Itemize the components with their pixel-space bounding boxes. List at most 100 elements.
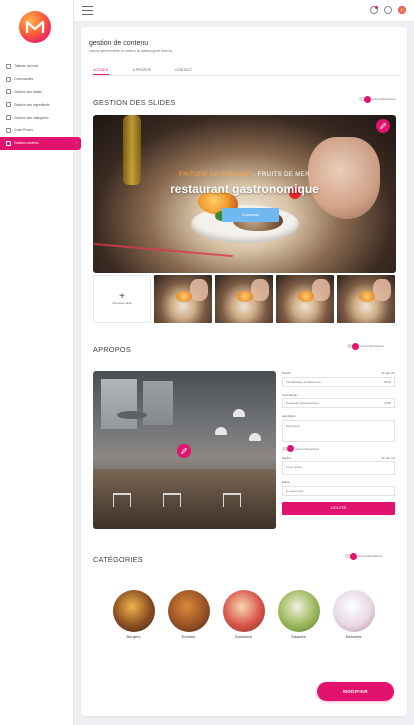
pencil-icon [181, 447, 188, 454]
title-input[interactable]: Friendshaker du Patissonne 35/35 [282, 376, 395, 387]
sidebar-item-promo[interactable]: Code Promo [0, 124, 74, 137]
about-chair [163, 493, 181, 507]
slides-section-title: GESTION DES SLIDES [93, 98, 176, 107]
sidebar-nav: Tableau de bord Commandes Gestion des ta… [0, 60, 81, 150]
section-textarea[interactable]: Lorem ipsum [282, 461, 395, 475]
about-lamp [215, 427, 227, 435]
category-item[interactable]: Entrées [167, 590, 210, 639]
sidebar-item-tables[interactable]: Gestion des tables [0, 86, 74, 99]
topbar-actions [370, 6, 406, 14]
section-label: Section [282, 455, 292, 460]
category-item[interactable]: Burgers [112, 590, 155, 639]
category-item[interactable]: Sandwich [222, 590, 265, 639]
slide-thumbnail[interactable] [154, 275, 212, 323]
category-label: Entrées [181, 634, 196, 639]
sidebar-item-label: Gestion des ingrédients [14, 102, 50, 107]
about-image[interactable] [93, 371, 276, 529]
toggle-label: Activer/Désactiver [295, 446, 320, 451]
edit-slide-button[interactable] [376, 119, 390, 133]
slide-thumbnail[interactable] [276, 275, 334, 323]
pencil-icon [380, 122, 387, 129]
promo-icon [6, 127, 11, 133]
edit-about-image-button[interactable] [177, 444, 191, 458]
logo-m-icon [25, 20, 45, 33]
category-item[interactable]: Salades [277, 590, 320, 639]
tab-apropos[interactable]: A PROPOS [133, 68, 152, 75]
topbar [74, 0, 414, 22]
hero-slide[interactable]: FRITURE DE POISSON - FRUITS DE MER resta… [93, 115, 396, 273]
title-label: Titre(fr) [282, 371, 292, 375]
add-slide-button[interactable]: + Nouveau slide [93, 275, 151, 323]
toggle-knob [352, 342, 359, 350]
toggle-track [345, 552, 357, 560]
about-form: Titre(fr) Fr | En | Ar Friendshaker du Pa… [282, 371, 395, 515]
save-button[interactable]: MODIFIER [317, 682, 394, 701]
category-image [167, 590, 210, 632]
language-switch[interactable]: Fr | En | Ar [382, 456, 395, 460]
category-item[interactable]: Desserts [332, 590, 375, 639]
sidebar-item-ingredients[interactable]: Gestion des ingrédients [0, 98, 74, 111]
about-chair [223, 493, 241, 507]
add-button[interactable]: AJOUTER [282, 501, 395, 515]
subtitle-value: Restaurant gastronomique [286, 401, 319, 405]
notification-icon[interactable] [370, 6, 378, 14]
toggle-track [282, 445, 294, 452]
category-icon [6, 115, 11, 121]
hero-title: restaurant gastronomique [170, 182, 319, 196]
slides-toggle[interactable]: Activer/Désactiver [359, 95, 397, 103]
about-lamp [233, 409, 245, 417]
brand-logo[interactable] [19, 11, 51, 43]
about-window [143, 381, 173, 425]
sidebar-item-categories[interactable]: Gestion des catégories [0, 111, 74, 124]
category-image [222, 590, 265, 632]
subtitle-input[interactable]: Restaurant gastronomique 24/50 [282, 398, 395, 408]
category-label: Salades [291, 634, 306, 639]
tab-accueil[interactable]: ACCUEIL [93, 68, 109, 75]
sidebar-item-orders[interactable]: Commandes [0, 73, 74, 86]
language-switch[interactable]: Fr | En | Ar [382, 371, 395, 375]
hero-tagline: FRITURE DE POISSON - FRUITS DE MER [93, 172, 396, 178]
sidebar-item-content[interactable]: Gestion contenu › [0, 136, 81, 150]
subtitle-label: Sous-titre(fr) [282, 392, 298, 397]
char-count: 24/50 [384, 401, 391, 405]
slide-thumbnail[interactable] [337, 275, 395, 323]
hero-tag-2: - FRUITS DE MER [253, 172, 310, 178]
category-label: Desserts [345, 634, 362, 639]
content-card: gestion de contenu vous'ez gérer/modifie… [81, 27, 407, 716]
content-icon [6, 140, 11, 146]
sidebar-item-label: Gestion contenu [14, 141, 39, 146]
slide-thumbnail[interactable] [215, 275, 273, 323]
menu-icon[interactable] [82, 6, 93, 15]
add-slide-label: Nouveau slide [112, 301, 132, 305]
page-title: gestion de contenu [89, 40, 149, 47]
description-textarea[interactable]: Description [282, 419, 395, 442]
toggle-track [359, 95, 371, 103]
sidebar-item-dashboard[interactable]: Tableau de bord [0, 60, 74, 73]
cart-icon [6, 76, 11, 82]
hero-tag-1: FRITURE DE POISSON [179, 172, 252, 178]
ingredients-icon [6, 102, 11, 108]
toggle-track [347, 342, 359, 350]
sidebar: Tableau de bord Commandes Gestion des ta… [0, 0, 81, 725]
about-fish-decor [117, 411, 147, 419]
sidebar-item-label: Commandes [14, 77, 34, 82]
tab-contact[interactable]: CONTACT [175, 68, 192, 75]
toggle-knob [364, 95, 371, 103]
sidebar-item-label: Code Promo [14, 128, 34, 133]
about-toggle[interactable]: Activer/Désactiver [347, 342, 385, 350]
toggle-label: Activer/Désactiver [358, 554, 383, 558]
toggle-label: Activer/Désactiver [360, 344, 385, 348]
hero-order-button[interactable]: Commander [222, 208, 279, 222]
button-field-label: Button [282, 480, 395, 484]
category-label: Burgers [126, 634, 141, 639]
title-value: Friendshaker du Patissonne [286, 379, 321, 384]
page-subtitle: vous'ez gérer/modifier le contenu du tab… [89, 49, 173, 53]
settings-icon[interactable] [384, 6, 392, 14]
avatar[interactable] [398, 6, 406, 14]
button-value: En savoir plus [286, 488, 304, 493]
about-form-toggle[interactable]: Activer/Désactiver [282, 445, 395, 452]
description-label: description [282, 414, 296, 418]
toggle-label: Activer/Désactiver [372, 97, 397, 101]
button-text-input[interactable]: En savoir plus [282, 485, 395, 496]
categories-toggle[interactable]: Activer/Désactiver [345, 552, 383, 560]
